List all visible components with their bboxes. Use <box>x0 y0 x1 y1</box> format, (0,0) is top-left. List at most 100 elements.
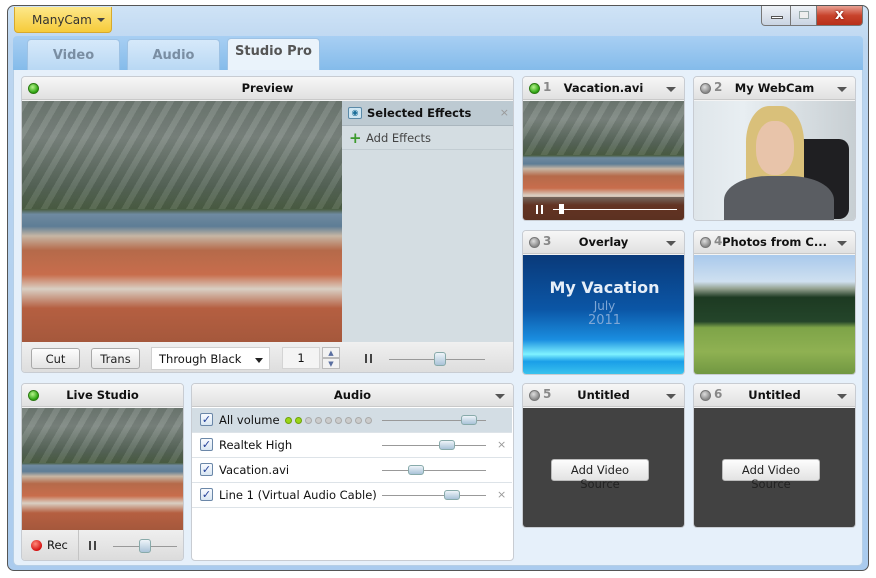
audio-source-checkbox[interactable]: ✓ <box>200 463 213 476</box>
preview-header: Preview <box>22 77 513 100</box>
audio-source-label: Realtek High <box>219 438 293 452</box>
effects-panel: ◉ Selected Effects × + Add Effects <box>342 101 513 342</box>
source-slot-3: 3 Overlay My Vacation July 2011 <box>522 230 685 375</box>
add-video-source-button[interactable]: Add Video Source <box>551 459 649 491</box>
transition-duration-input[interactable]: 1 <box>282 347 320 369</box>
source-header: 4 Photos from C... <box>694 231 855 254</box>
all-volume-label: All volume <box>219 413 280 427</box>
source-number: 1 <box>543 80 552 94</box>
preview-video[interactable] <box>22 101 342 342</box>
source-title: Photos from C... <box>722 235 827 249</box>
source-menu-icon[interactable] <box>666 394 676 399</box>
source-number: 2 <box>714 80 723 94</box>
audio-source-slider[interactable] <box>382 445 486 446</box>
all-volume-checkbox[interactable]: ✓ <box>200 413 213 426</box>
rec-button[interactable]: Rec <box>22 530 79 560</box>
spin-up-button[interactable]: ▲ <box>322 347 340 358</box>
selected-effects-title: Selected Effects <box>367 106 472 120</box>
remove-source-icon[interactable]: × <box>497 438 506 451</box>
photos-preview[interactable] <box>694 255 855 374</box>
audio-row: ✓ Realtek High × <box>192 433 512 458</box>
audio-row-all-volume: ✓ All volume <box>192 408 512 433</box>
plus-icon: + <box>349 129 362 147</box>
remove-source-icon[interactable]: × <box>497 488 506 501</box>
maximize-button[interactable] <box>790 6 817 26</box>
source-number: 6 <box>714 387 723 401</box>
close-effects-icon[interactable]: × <box>500 106 509 119</box>
preview-panel: Preview ◉ Selected Effects × + Add Effec… <box>21 76 514 373</box>
source-header: 5 Untitled <box>523 384 684 407</box>
audio-title: Audio <box>333 388 372 402</box>
chevron-down-icon <box>255 358 263 363</box>
level-dot <box>325 417 332 424</box>
pause-icon[interactable] <box>536 205 543 214</box>
audio-source-handle[interactable] <box>443 490 460 500</box>
overlay-title: My Vacation <box>549 278 660 297</box>
live-studio-panel: Live Studio Rec <box>21 383 184 561</box>
live-studio-title: Live Studio <box>66 388 139 402</box>
webcam-feed[interactable] <box>694 101 855 220</box>
tab-audio[interactable]: Audio <box>127 39 220 70</box>
audio-menu-icon[interactable] <box>495 394 505 399</box>
preview-controls: Cut Trans Through Black 1 ▲ ▼ <box>22 342 513 372</box>
playback-seek-handle[interactable] <box>558 204 564 214</box>
minimize-button[interactable] <box>761 6 791 26</box>
source-header: 1 Vacation.avi <box>523 77 684 100</box>
maximize-icon <box>799 11 809 19</box>
pause-icon[interactable] <box>365 354 372 363</box>
pause-icon[interactable] <box>89 541 96 550</box>
source-menu-icon[interactable] <box>666 87 676 92</box>
all-volume-handle[interactable] <box>461 415 478 425</box>
audio-source-checkbox[interactable]: ✓ <box>200 488 213 501</box>
audio-source-handle[interactable] <box>408 465 425 475</box>
live-volume-handle[interactable] <box>139 539 151 553</box>
source-menu-icon[interactable] <box>837 394 847 399</box>
empty-source: Add Video Source <box>523 408 684 527</box>
manycam-window: ManyCam x Video Audio Studio Pro Preview… <box>7 5 869 571</box>
transition-value: Through Black <box>159 352 242 366</box>
manycam-menu-button[interactable]: ManyCam <box>14 7 112 33</box>
source-header: 6 Untitled <box>694 384 855 407</box>
source-video[interactable] <box>523 101 684 220</box>
live-studio-controls: Rec <box>22 530 183 560</box>
speed-slider-handle[interactable] <box>433 352 446 366</box>
spin-down-button[interactable]: ▼ <box>322 358 340 369</box>
playback-bar <box>523 197 684 220</box>
audio-source-handle[interactable] <box>439 440 456 450</box>
level-dot <box>305 417 312 424</box>
close-button[interactable]: x <box>816 6 863 26</box>
overlay-preview[interactable]: My Vacation July 2011 <box>523 255 684 374</box>
overlay-line-3: 2011 <box>587 313 622 328</box>
source-menu-icon[interactable] <box>666 241 676 246</box>
source-menu-icon[interactable] <box>837 87 847 92</box>
source-title: Overlay <box>578 235 629 249</box>
rec-label: Rec <box>47 538 68 552</box>
audio-source-slider[interactable] <box>382 470 486 471</box>
minimize-icon <box>771 16 783 19</box>
tab-studio-pro[interactable]: Studio Pro <box>227 38 320 70</box>
source-title: My WebCam <box>734 81 815 95</box>
audio-source-checkbox[interactable]: ✓ <box>200 438 213 451</box>
transition-select[interactable]: Through Black <box>151 347 270 370</box>
playback-seek-track[interactable] <box>553 209 677 210</box>
source-title: Untitled <box>577 388 630 402</box>
level-dot <box>295 417 302 424</box>
live-studio-video[interactable] <box>22 408 183 530</box>
status-dot-active-icon <box>529 83 540 94</box>
add-effects-button[interactable]: + Add Effects <box>342 126 513 150</box>
selected-effects-header: ◉ Selected Effects × <box>342 101 513 126</box>
cut-button[interactable]: Cut <box>31 348 80 369</box>
add-video-source-button[interactable]: Add Video Source <box>722 459 820 491</box>
level-dot <box>335 417 342 424</box>
studio-pro-content: Preview ◉ Selected Effects × + Add Effec… <box>13 70 863 566</box>
source-title: Untitled <box>748 388 801 402</box>
source-menu-icon[interactable] <box>837 241 847 246</box>
source-header: 2 My WebCam <box>694 77 855 100</box>
tab-bar: Video Audio Studio Pro <box>13 36 863 70</box>
level-dot <box>365 417 372 424</box>
audio-source-slider[interactable] <box>382 495 486 496</box>
preview-title: Preview <box>241 81 294 95</box>
tab-video[interactable]: Video <box>27 39 120 70</box>
trans-button[interactable]: Trans <box>91 348 140 369</box>
source-number: 3 <box>543 234 552 248</box>
